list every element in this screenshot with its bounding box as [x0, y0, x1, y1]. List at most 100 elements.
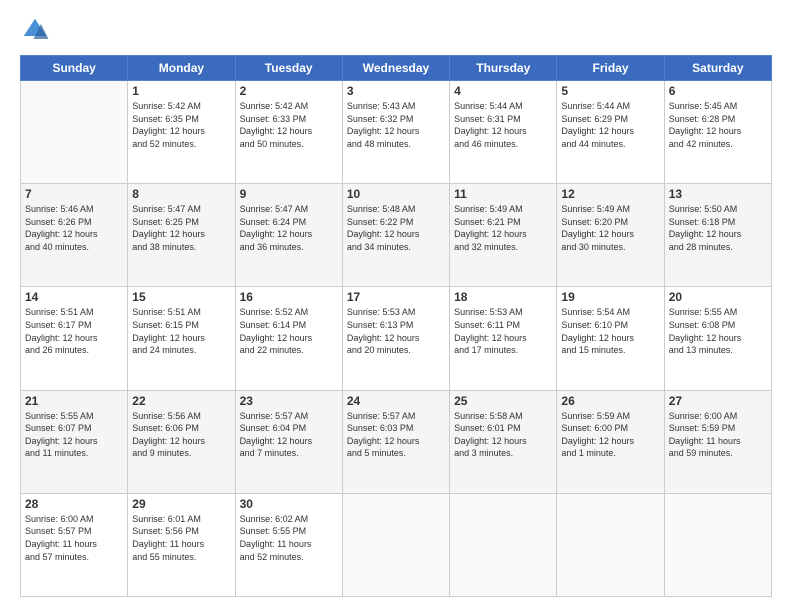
calendar-cell: 2 Sunrise: 5:42 AM Sunset: 6:33 PM Daylig… — [235, 81, 342, 184]
day-info: Sunrise: 5:50 AM Sunset: 6:18 PM Dayligh… — [669, 203, 767, 253]
calendar-cell — [664, 493, 771, 596]
day-info: Sunrise: 5:55 AM Sunset: 6:07 PM Dayligh… — [25, 410, 123, 460]
day-info: Sunrise: 6:00 AM Sunset: 5:59 PM Dayligh… — [669, 410, 767, 460]
day-number: 29 — [132, 497, 230, 511]
logo — [20, 15, 55, 45]
day-number: 14 — [25, 290, 123, 304]
day-info: Sunrise: 5:55 AM Sunset: 6:08 PM Dayligh… — [669, 306, 767, 356]
day-info: Sunrise: 5:51 AM Sunset: 6:17 PM Dayligh… — [25, 306, 123, 356]
calendar-cell: 25 Sunrise: 5:58 AM Sunset: 6:01 PM Dayli… — [450, 390, 557, 493]
page: SundayMondayTuesdayWednesdayThursdayFrid… — [0, 0, 792, 612]
day-info: Sunrise: 5:45 AM Sunset: 6:28 PM Dayligh… — [669, 100, 767, 150]
day-number: 28 — [25, 497, 123, 511]
day-info: Sunrise: 5:51 AM Sunset: 6:15 PM Dayligh… — [132, 306, 230, 356]
calendar-cell: 10 Sunrise: 5:48 AM Sunset: 6:22 PM Dayli… — [342, 184, 449, 287]
calendar-cell: 4 Sunrise: 5:44 AM Sunset: 6:31 PM Daylig… — [450, 81, 557, 184]
weekday-header-sunday: Sunday — [21, 56, 128, 81]
day-number: 5 — [561, 84, 659, 98]
calendar-cell: 29Sunrise: 6:01 AM Sunset: 5:56 PM Dayli… — [128, 493, 235, 596]
day-number: 10 — [347, 187, 445, 201]
weekday-header-friday: Friday — [557, 56, 664, 81]
calendar-cell — [450, 493, 557, 596]
day-number: 19 — [561, 290, 659, 304]
day-info: Sunrise: 5:54 AM Sunset: 6:10 PM Dayligh… — [561, 306, 659, 356]
calendar-cell: 3Sunrise: 5:43 AM Sunset: 6:32 PM Daylig… — [342, 81, 449, 184]
calendar-cell: 15Sunrise: 5:51 AM Sunset: 6:15 PM Dayli… — [128, 287, 235, 390]
day-info: Sunrise: 5:49 AM Sunset: 6:20 PM Dayligh… — [561, 203, 659, 253]
day-info: Sunrise: 5:44 AM Sunset: 6:31 PM Dayligh… — [454, 100, 552, 150]
calendar-cell: 17 Sunrise: 5:53 AM Sunset: 6:13 PM Dayli… — [342, 287, 449, 390]
day-info: Sunrise: 5:58 AM Sunset: 6:01 PM Dayligh… — [454, 410, 552, 460]
day-number: 6 — [669, 84, 767, 98]
day-info: Sunrise: 5:42 AM Sunset: 6:33 PM Dayligh… — [240, 100, 338, 150]
calendar-cell — [342, 493, 449, 596]
calendar-cell: 22 Sunrise: 5:56 AM Sunset: 6:06 PM Dayli… — [128, 390, 235, 493]
day-number: 26 — [561, 394, 659, 408]
day-number: 7 — [25, 187, 123, 201]
day-info: Sunrise: 5:49 AM Sunset: 6:21 PM Dayligh… — [454, 203, 552, 253]
day-number: 18 — [454, 290, 552, 304]
day-number: 9 — [240, 187, 338, 201]
calendar-cell: 5 Sunrise: 5:44 AM Sunset: 6:29 PM Daylig… — [557, 81, 664, 184]
calendar-cell: 27 Sunrise: 6:00 AM Sunset: 5:59 PM Dayli… — [664, 390, 771, 493]
calendar-cell: 8 Sunrise: 5:47 AM Sunset: 6:25 PM Daylig… — [128, 184, 235, 287]
day-info: Sunrise: 5:47 AM Sunset: 6:24 PM Dayligh… — [240, 203, 338, 253]
day-info: Sunrise: 6:00 AM Sunset: 5:57 PM Dayligh… — [25, 513, 123, 563]
day-info: Sunrise: 5:57 AM Sunset: 6:04 PM Dayligh… — [240, 410, 338, 460]
day-number: 24 — [347, 394, 445, 408]
calendar-cell: 1 Sunrise: 5:42 AM Sunset: 6:35 PM Daylig… — [128, 81, 235, 184]
calendar-table: SundayMondayTuesdayWednesdayThursdayFrid… — [20, 55, 772, 597]
calendar-week-5: 28 Sunrise: 6:00 AM Sunset: 5:57 PM Dayli… — [21, 493, 772, 596]
calendar-cell: 13 Sunrise: 5:50 AM Sunset: 6:18 PM Dayli… — [664, 184, 771, 287]
day-number: 22 — [132, 394, 230, 408]
day-info: Sunrise: 5:52 AM Sunset: 6:14 PM Dayligh… — [240, 306, 338, 356]
logo-icon — [20, 15, 50, 45]
calendar-week-1: 1 Sunrise: 5:42 AM Sunset: 6:35 PM Daylig… — [21, 81, 772, 184]
day-info: Sunrise: 5:56 AM Sunset: 6:06 PM Dayligh… — [132, 410, 230, 460]
calendar-cell — [21, 81, 128, 184]
day-number: 2 — [240, 84, 338, 98]
day-info: Sunrise: 5:47 AM Sunset: 6:25 PM Dayligh… — [132, 203, 230, 253]
day-number: 30 — [240, 497, 338, 511]
day-number: 20 — [669, 290, 767, 304]
day-number: 27 — [669, 394, 767, 408]
day-number: 8 — [132, 187, 230, 201]
calendar-cell: 28 Sunrise: 6:00 AM Sunset: 5:57 PM Dayli… — [21, 493, 128, 596]
day-info: Sunrise: 5:43 AM Sunset: 6:32 PM Dayligh… — [347, 100, 445, 150]
day-number: 23 — [240, 394, 338, 408]
calendar-cell: 14 Sunrise: 5:51 AM Sunset: 6:17 PM Dayli… — [21, 287, 128, 390]
day-info: Sunrise: 5:48 AM Sunset: 6:22 PM Dayligh… — [347, 203, 445, 253]
day-info: Sunrise: 5:44 AM Sunset: 6:29 PM Dayligh… — [561, 100, 659, 150]
day-info: Sunrise: 5:42 AM Sunset: 6:35 PM Dayligh… — [132, 100, 230, 150]
day-info: Sunrise: 5:53 AM Sunset: 6:11 PM Dayligh… — [454, 306, 552, 356]
day-number: 25 — [454, 394, 552, 408]
calendar-week-3: 14 Sunrise: 5:51 AM Sunset: 6:17 PM Dayli… — [21, 287, 772, 390]
calendar-cell — [557, 493, 664, 596]
calendar-cell: 19 Sunrise: 5:54 AM Sunset: 6:10 PM Dayli… — [557, 287, 664, 390]
day-number: 1 — [132, 84, 230, 98]
weekday-header-wednesday: Wednesday — [342, 56, 449, 81]
calendar-cell: 9 Sunrise: 5:47 AM Sunset: 6:24 PM Daylig… — [235, 184, 342, 287]
calendar-week-4: 21 Sunrise: 5:55 AM Sunset: 6:07 PM Dayli… — [21, 390, 772, 493]
weekday-header-tuesday: Tuesday — [235, 56, 342, 81]
day-number: 16 — [240, 290, 338, 304]
day-info: Sunrise: 5:53 AM Sunset: 6:13 PM Dayligh… — [347, 306, 445, 356]
calendar-cell: 30Sunrise: 6:02 AM Sunset: 5:55 PM Dayli… — [235, 493, 342, 596]
calendar-cell: 21 Sunrise: 5:55 AM Sunset: 6:07 PM Dayli… — [21, 390, 128, 493]
calendar-cell: 18 Sunrise: 5:53 AM Sunset: 6:11 PM Dayli… — [450, 287, 557, 390]
calendar-cell: 11Sunrise: 5:49 AM Sunset: 6:21 PM Dayli… — [450, 184, 557, 287]
day-info: Sunrise: 5:59 AM Sunset: 6:00 PM Dayligh… — [561, 410, 659, 460]
calendar-cell: 24Sunrise: 5:57 AM Sunset: 6:03 PM Dayli… — [342, 390, 449, 493]
calendar-cell: 6 Sunrise: 5:45 AM Sunset: 6:28 PM Daylig… — [664, 81, 771, 184]
weekday-header-saturday: Saturday — [664, 56, 771, 81]
weekday-header-thursday: Thursday — [450, 56, 557, 81]
calendar-cell: 26 Sunrise: 5:59 AM Sunset: 6:00 PM Dayli… — [557, 390, 664, 493]
day-number: 21 — [25, 394, 123, 408]
day-number: 4 — [454, 84, 552, 98]
day-info: Sunrise: 5:46 AM Sunset: 6:26 PM Dayligh… — [25, 203, 123, 253]
calendar-cell: 16 Sunrise: 5:52 AM Sunset: 6:14 PM Dayli… — [235, 287, 342, 390]
day-number: 13 — [669, 187, 767, 201]
calendar-week-2: 7 Sunrise: 5:46 AM Sunset: 6:26 PM Daylig… — [21, 184, 772, 287]
day-number: 12 — [561, 187, 659, 201]
day-number: 17 — [347, 290, 445, 304]
